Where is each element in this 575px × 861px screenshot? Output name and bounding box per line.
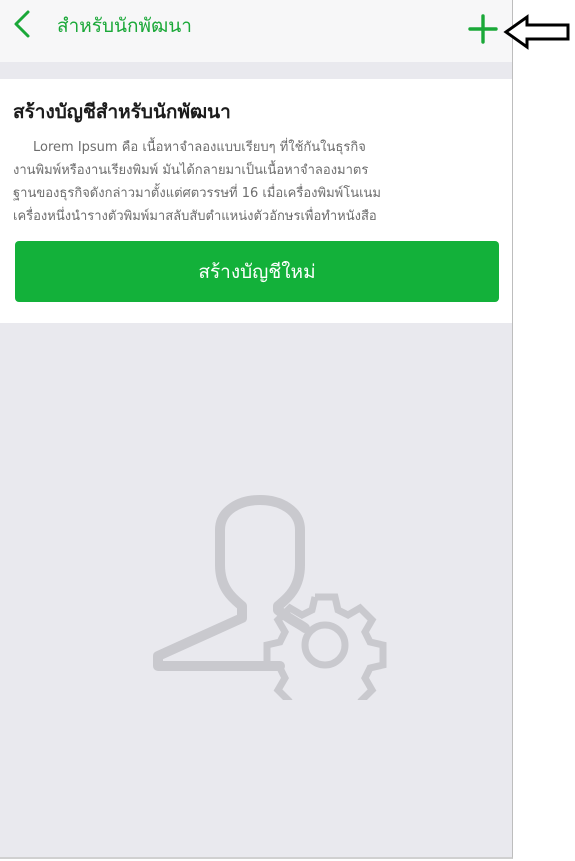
page-title: สำหรับนักพัฒนา [57, 15, 192, 37]
app-screen: สำหรับนักพัฒนา สร้างบัญชีสำหรับนักพัฒนา … [0, 0, 513, 859]
navigation-bar: สำหรับนักพัฒนา [0, 0, 512, 62]
user-settings-icon [153, 495, 387, 705]
create-account-button[interactable]: สร้างบัญชีใหม่ [15, 241, 499, 302]
description-line: งานพิมพ์หรืองานเรียงพิมพ์ มันได้กลายมาเป… [13, 163, 369, 178]
developer-account-card: สร้างบัญชีสำหรับนักพัฒนา Lorem Ipsum คือ… [0, 79, 512, 323]
back-button[interactable] [8, 6, 40, 42]
empty-state-illustration [150, 460, 390, 705]
description-line: Lorem Ipsum คือ เนื้อหาจำลองแบบเรียบๆ ที… [33, 140, 366, 155]
description-line: ฐานของธุรกิจดังกล่าวมาตั้งแต่ศตวรรษที่ 1… [13, 186, 381, 201]
card-title: สร้างบัญชีสำหรับนักพัฒนา [13, 101, 231, 123]
left-arrow-icon [503, 14, 570, 50]
add-button[interactable] [467, 13, 499, 45]
card-description: Lorem Ipsum คือ เนื้อหาจำลองแบบเรียบๆ ที… [13, 136, 501, 228]
chevron-left-icon [14, 10, 30, 38]
annotation-arrow [503, 14, 571, 50]
section-divider [0, 62, 512, 79]
plus-icon [468, 14, 498, 44]
description-line: เครื่องหนึ่งนำรางตัวพิมพ์มาสลับสับตำแหน่… [13, 209, 377, 224]
